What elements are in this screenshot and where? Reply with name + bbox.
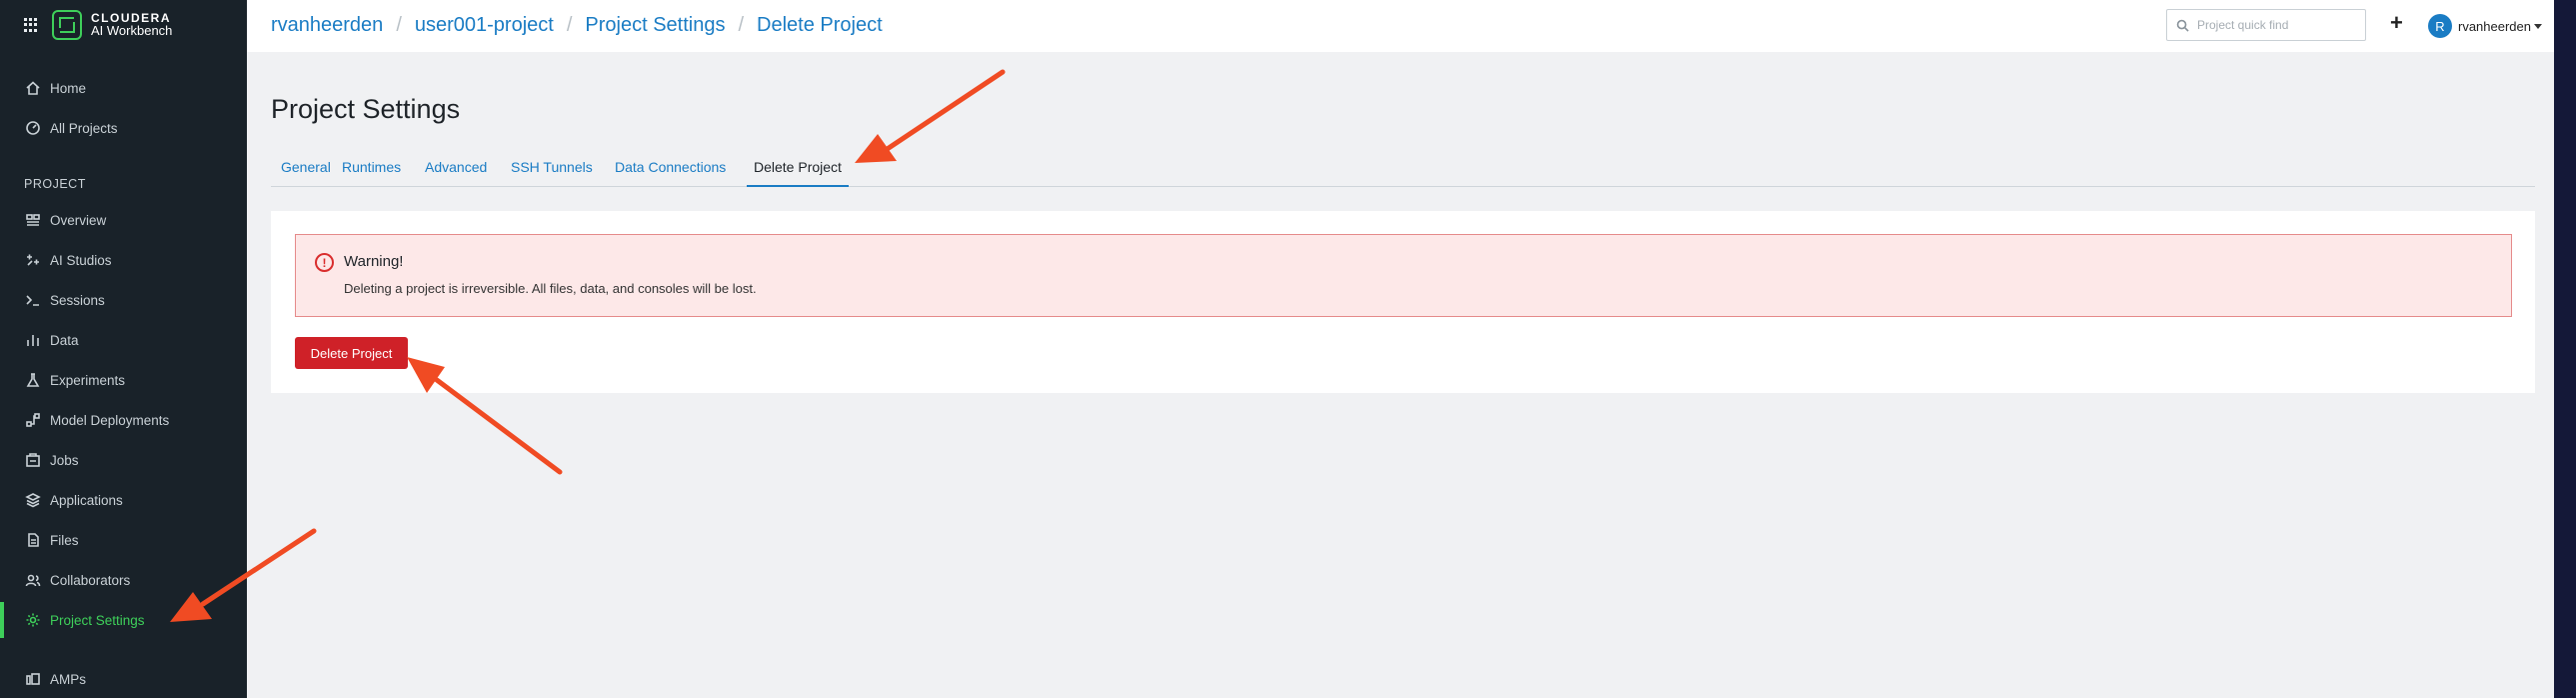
sidebar-section-label: PROJECT [24, 177, 86, 191]
bar-chart-icon [25, 332, 41, 348]
cloudera-logo-icon [52, 10, 82, 40]
settings-tabs: General Runtimes Advanced SSH Tunnels Da… [271, 154, 2535, 187]
users-icon [25, 572, 41, 588]
delete-project-button[interactable]: Delete Project [295, 337, 408, 369]
gear-icon [25, 612, 41, 628]
sidebar-item-label: Jobs [50, 452, 79, 468]
avatar: R [2428, 14, 2452, 38]
window-edge [2554, 0, 2576, 698]
arrow-to-delete-button [434, 377, 563, 475]
sidebar-item-label: Model Deployments [50, 412, 170, 428]
sidebar-item-sessions[interactable]: Sessions [0, 282, 247, 318]
sidebar-item-label: Project Settings [50, 612, 145, 628]
terminal-icon [25, 292, 41, 308]
sidebar-item-label: AI Studios [50, 252, 112, 268]
sidebar-item-label: Collaborators [50, 572, 131, 588]
tab-ssh-tunnels[interactable]: SSH Tunnels [511, 159, 593, 187]
sidebar-item-label: Files [50, 532, 79, 548]
arrow-to-delete-tab [883, 69, 1006, 153]
breadcrumb-project[interactable]: user001-project [415, 14, 554, 37]
jobs-icon [25, 452, 41, 468]
sidebar-item-label: Overview [50, 212, 107, 228]
overview-icon [25, 212, 41, 228]
user-menu[interactable]: R rvanheerden [2428, 14, 2542, 38]
model-icon [25, 412, 41, 428]
tab-runtimes[interactable]: Runtimes [342, 159, 401, 187]
sidebar-item-data[interactable]: Data [0, 322, 247, 358]
breadcrumb-project-settings[interactable]: Project Settings [585, 14, 725, 37]
file-icon [25, 532, 41, 548]
sidebar-item-label: Sessions [50, 292, 105, 308]
sidebar-item-files[interactable]: Files [0, 522, 247, 558]
username: rvanheerden [2458, 18, 2531, 34]
add-button[interactable]: + [2390, 12, 2403, 34]
breadcrumb-separator: / [738, 14, 745, 36]
exclamation-circle-icon: ! [315, 253, 334, 272]
layers-icon [25, 492, 41, 508]
sidebar-item-collaborators[interactable]: Collaborators [0, 562, 247, 598]
sidebar-item-label: All Projects [50, 120, 118, 136]
tab-data-connections[interactable]: Data Connections [615, 159, 726, 187]
breadcrumb-separator: / [396, 14, 402, 36]
top-header: rvanheerden / user001-project / Project … [247, 0, 2554, 52]
sidebar-item-project-settings[interactable]: Project Settings [0, 602, 247, 638]
breadcrumb: rvanheerden / user001-project / Project … [271, 14, 883, 37]
caret-down-icon [2534, 23, 2542, 29]
sidebar-item-experiments[interactable]: Experiments [0, 362, 247, 398]
project-quick-find[interactable] [2166, 9, 2366, 41]
sidebar-item-model-deployments[interactable]: Model Deployments [0, 402, 247, 438]
sidebar-item-label: Home [50, 80, 87, 96]
breadcrumb-user[interactable]: rvanheerden [271, 14, 383, 37]
brand: CLOUDERA AI Workbench [0, 0, 247, 50]
sidebar-item-applications[interactable]: Applications [0, 482, 247, 518]
tab-advanced[interactable]: Advanced [425, 159, 487, 187]
sidebar-item-label: Experiments [50, 372, 126, 388]
flask-icon [25, 372, 41, 388]
search-icon [2176, 19, 2189, 32]
home-icon [25, 80, 41, 96]
search-input[interactable] [2197, 18, 2357, 32]
sidebar-item-overview[interactable]: Overview [0, 202, 247, 238]
sidebar-item-label: Applications [50, 492, 123, 508]
sidebar-item-all-projects[interactable]: All Projects [0, 110, 247, 146]
sidebar: CLOUDERA AI Workbench Home All Projects … [0, 0, 247, 698]
app-grid-icon[interactable] [24, 18, 38, 32]
warning-message: Deleting a project is irreversible. All … [344, 281, 757, 296]
sidebar-item-label: Data [50, 332, 79, 348]
breadcrumb-separator: / [566, 14, 573, 36]
sidebar-item-home[interactable]: Home [0, 70, 247, 106]
sidebar-item-jobs[interactable]: Jobs [0, 442, 247, 478]
warning-alert: ! Warning! Deleting a project is irrever… [295, 234, 2512, 317]
sidebar-item-amps[interactable]: AMPs [0, 661, 247, 697]
delete-project-card: ! Warning! Deleting a project is irrever… [271, 211, 2535, 393]
amps-icon [25, 671, 41, 687]
brand-text[interactable]: CLOUDERA AI Workbench [91, 12, 172, 38]
page-title: Project Settings [271, 94, 461, 124]
gauge-icon [25, 120, 41, 136]
breadcrumb-delete-project[interactable]: Delete Project [757, 14, 883, 37]
tab-delete-project[interactable]: Delete Project [747, 159, 849, 187]
warning-title: Warning! [344, 253, 404, 270]
sidebar-item-label: AMPs [50, 671, 87, 687]
tab-general[interactable]: General [281, 159, 331, 187]
product-name: AI Workbench [91, 23, 173, 39]
ai-studios-icon [25, 252, 41, 268]
sidebar-item-ai-studios[interactable]: AI Studios [0, 242, 247, 278]
